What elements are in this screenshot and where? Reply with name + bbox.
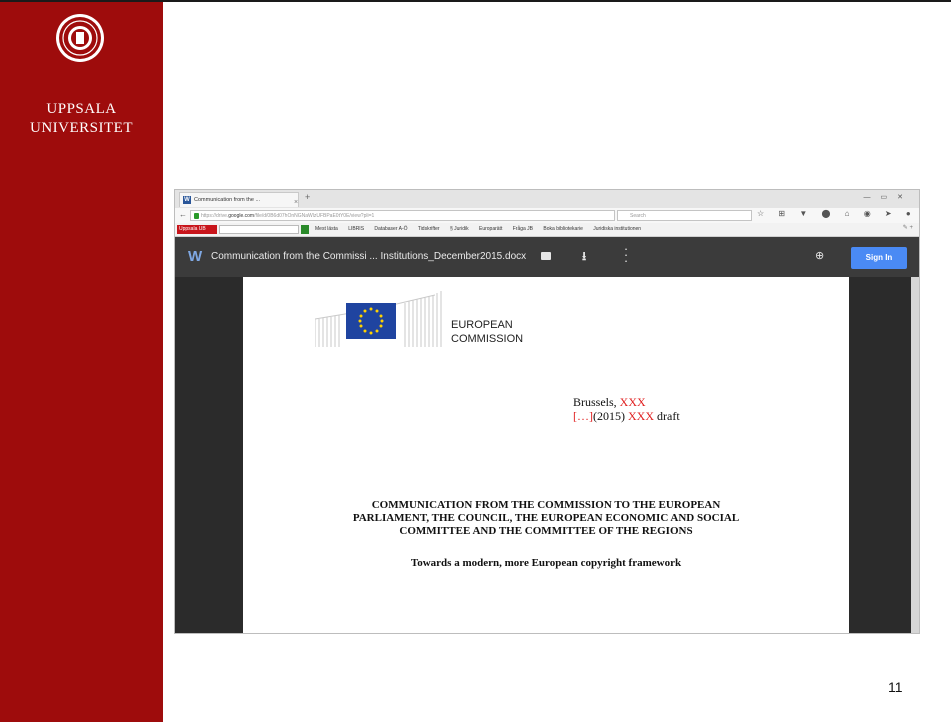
more-options-icon[interactable]: · · · <box>623 242 629 267</box>
word-doc-icon: W <box>183 196 191 204</box>
ec-label-line2: COMMISSION <box>451 333 524 345</box>
slide-page-number: 11 <box>888 679 903 695</box>
bookmark-item[interactable]: LIBRIS <box>348 226 364 232</box>
viewer-header: W Communication from the Commissi ... In… <box>175 237 919 277</box>
draft-word: draft <box>654 409 680 423</box>
bookmark-item[interactable]: Tidskrifter <box>418 226 440 232</box>
eu-flag-icon <box>346 303 396 339</box>
tab-title: Communication from the ... <box>194 197 261 203</box>
url-prefix: https://drive. <box>201 213 229 219</box>
new-tab-button[interactable]: + <box>305 192 310 202</box>
bookmark-overflow-icon[interactable]: ✎ + <box>903 224 913 231</box>
draft-year: (2015) <box>593 409 628 423</box>
bookmark-item[interactable]: Mest lästa <box>315 226 338 232</box>
word-logo-icon: W <box>188 248 203 265</box>
bookmark-search-field[interactable] <box>219 225 299 234</box>
bookmark-item[interactable]: Databaser A-Ö <box>374 226 407 232</box>
url-rest: /file/d/0B6d07hOnNGNaWlzUFBPaE0tY0E/view… <box>254 213 375 219</box>
url-field[interactable]: https://drive.google.com/file/d/0B6d07hO… <box>190 210 615 221</box>
uppsala-ub-button[interactable]: Uppsala UB <box>177 225 217 234</box>
back-arrow-icon[interactable]: ← <box>179 210 187 219</box>
tab-bar: W Communication from the ... × + —▭✕ <box>175 190 919 208</box>
url-domain: google.com <box>228 213 255 219</box>
bookmark-item[interactable]: Fråga JB <box>513 226 533 232</box>
communication-title-line2: PARLIAMENT, THE COUNCIL, THE EUROPEAN EC… <box>352 512 740 524</box>
bookmark-item[interactable]: Boka bibliotekarie <box>543 226 582 232</box>
communication-title-line1: COMMUNICATION FROM THE COMMISSION TO THE… <box>371 499 721 511</box>
document-subtitle: Towards a modern, more European copyrigh… <box>410 557 682 569</box>
browser-tab[interactable]: W Communication from the ... × <box>179 192 299 207</box>
document-page: EUROPEAN COMMISSION Brussels, XXX […](20… <box>243 277 849 633</box>
print-icon[interactable] <box>541 252 551 260</box>
tab-close-icon[interactable]: × <box>294 195 298 207</box>
viewer-scrollbar[interactable] <box>911 277 919 633</box>
bookmarks-bar: Uppsala UB Mest lästa LIBRIS Databaser A… <box>175 223 919 237</box>
sign-in-button[interactable]: Sign In <box>851 247 907 269</box>
bookmark-links: Mest lästa LIBRIS Databaser A-Ö Tidskrif… <box>315 225 650 234</box>
communication-title-line3: COMMITTEE AND THE COMMITTEE OF THE REGIO… <box>399 525 693 537</box>
toolbar-icons[interactable]: ☆ ⊞ ▼ ⬤ ⌂ ◉ ➤ ● ≡ ⊡ <box>757 209 919 218</box>
university-name-line2: UNIVERSITET <box>30 120 133 136</box>
brussels-line: Brussels, XXX <box>573 395 646 410</box>
browser-screenshot: W Communication from the ... × + —▭✕ ← h… <box>174 189 920 634</box>
draft-bracket: […] <box>573 409 593 423</box>
viewer-file-title: Communication from the Commissi ... Inst… <box>211 251 527 262</box>
bookmark-green-icon[interactable] <box>301 225 309 234</box>
bookmark-item[interactable]: Europarätt <box>479 226 502 232</box>
ec-label-line1: EUROPEAN <box>451 319 513 331</box>
brussels-placeholder: XXX <box>619 395 646 409</box>
university-name-line1: UPPSALA <box>46 101 117 117</box>
zoom-icon[interactable]: ⊕ <box>815 249 824 262</box>
lock-icon <box>194 213 199 219</box>
navigation-bar: ← https://drive.google.com/file/d/0B6d07… <box>175 208 919 223</box>
draft-line: […](2015) XXX draft <box>573 409 680 424</box>
brussels-label: Brussels, <box>573 395 620 409</box>
bookmark-item[interactable]: § Juridik <box>450 226 469 232</box>
bookmark-item[interactable]: Juridiska institutionen <box>593 226 641 232</box>
window-controls[interactable]: —▭✕ <box>864 193 913 201</box>
university-seal-icon <box>56 14 104 62</box>
download-icon[interactable]: ⭳ <box>582 247 586 268</box>
search-input[interactable]: Search <box>617 210 752 221</box>
draft-placeholder: XXX <box>628 409 654 423</box>
document-viewer: W Communication from the Commissi ... In… <box>175 237 919 633</box>
